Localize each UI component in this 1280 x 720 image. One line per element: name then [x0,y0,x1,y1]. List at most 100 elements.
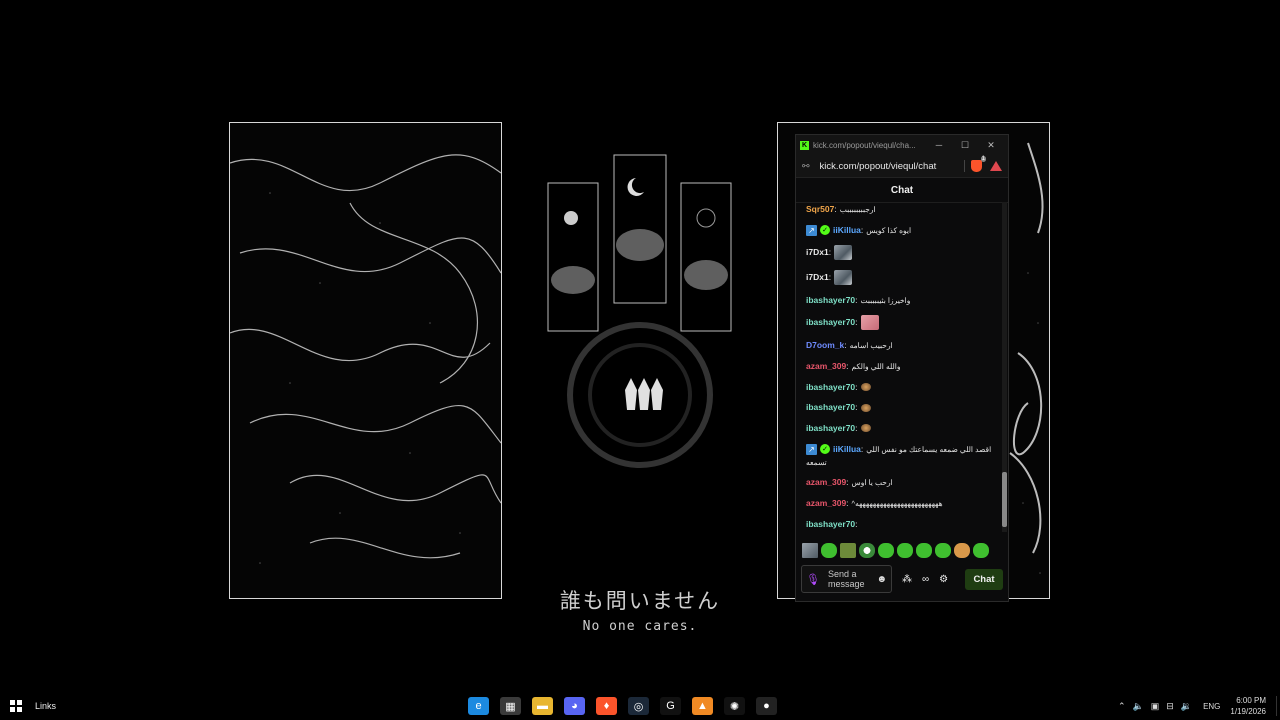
kick-logo-icon: K [800,140,809,150]
chat-message: ibashayer70: واخيرزا بثيبببببت [806,295,996,306]
chat-message-text: ايوه كذا كويس [866,225,912,235]
chat-username-separator: : [834,204,837,214]
points-icon[interactable]: ⁂ [902,574,912,585]
volume-icon[interactable]: 🔉 [1181,701,1192,712]
chat-username[interactable]: ibashayer70 [806,295,855,306]
verified-badge-icon[interactable]: ✓ [820,225,830,236]
wallpaper-panel-left [229,122,502,599]
steelseries-icon[interactable]: ✺ [724,697,745,715]
wallpaper-japanese-text: 誰も問いません [559,589,721,613]
steam-icon[interactable]: ◎ [628,697,649,715]
discord-icon[interactable]: ◕ [564,697,585,715]
frame-emote[interactable] [840,543,856,558]
microphone-icon[interactable]: 🎙 [806,573,820,586]
chat-message: Sqr507: ارجببببببببب [806,204,996,215]
site-settings-icon[interactable]: ⚯ [802,161,810,172]
chat-message-list[interactable]: Sqr507: ارجببببببببب ↗ ✓ iiKillua: ايوه كذا ك… [796,202,1008,532]
message-input[interactable]: 🎙 Send a message ☻ [801,565,892,593]
frog-emote[interactable] [973,543,989,558]
show-desktop-button[interactable] [1276,696,1277,716]
frog-emote[interactable] [821,543,837,558]
system-tray: ⌃ 🔈 ▣ ⊟ 🔉 ENG 6:00 PM 1/19/2026 [1118,692,1280,720]
chat-username-separator: : [860,443,864,454]
sub-badge-icon[interactable]: ↗ [806,443,817,455]
infinity-icon[interactable]: ∞ [922,574,929,585]
window-title: kick.com/popout/viequl/cha... [813,140,916,150]
chat-username[interactable]: ibashayer70 [806,519,855,530]
taskbar-pinned-apps: e ▦ ▬ ◕ ♦ ◎ G ▲ ✺ ● [468,697,777,715]
ball-emote[interactable] [859,543,875,558]
chat-username-separator: : [846,477,849,488]
show-hidden-icons-icon[interactable]: ⌃ [1118,701,1126,712]
photo-emote[interactable] [802,543,818,558]
chat-username[interactable]: i7Dx1 [806,272,829,283]
frog-emote[interactable] [916,543,932,558]
chat-username[interactable]: Sqr507 [806,204,834,215]
chat-username[interactable]: iiKillua [833,444,861,455]
chat-message: ↗ ✓ iiKillua: اقصد اللي ضمعه يسماعتك مو نفس… [806,443,996,468]
maximize-button[interactable]: ☐ [952,140,978,151]
frog-emote[interactable] [897,543,913,558]
chat-username-separator: : [855,294,858,305]
chat-username[interactable]: ibashayer70 [806,402,855,413]
chat-username[interactable]: ibashayer70 [806,317,855,328]
taskbar-links-toolbar[interactable]: Links [35,701,56,711]
chat-message: i7Dx1: [806,270,996,286]
store-icon[interactable]: ▦ [500,697,521,715]
chat-username[interactable]: ibashayer70 [806,382,855,393]
chat-username[interactable]: D7oom_k [806,340,844,351]
emoji-picker-icon[interactable]: ☻ [876,574,887,585]
chat-username[interactable]: azam_309 [806,498,846,509]
window-titlebar[interactable]: K kick.com/popout/viequl/cha... ─ ☐ ✕ [796,135,1008,155]
minimize-button[interactable]: ─ [926,140,952,150]
frog-emote[interactable] [878,543,894,558]
chat-emote[interactable] [860,383,871,391]
chat-emote[interactable] [834,245,853,261]
chat-emote[interactable] [834,270,853,286]
chat-username-separator: : [846,497,849,508]
logitech-icon[interactable]: G [660,697,681,715]
taskbar-clock[interactable]: 6:00 PM 1/19/2026 [1230,695,1266,717]
chat-username[interactable]: i7Dx1 [806,247,829,258]
cat-emote[interactable] [954,543,970,558]
chat-emote[interactable] [860,315,879,331]
sub-badge-icon[interactable]: ↗ [806,224,817,236]
close-button[interactable]: ✕ [978,140,1004,151]
network-icon[interactable]: ⊟ [1166,701,1174,712]
address-url[interactable]: kick.com/popout/viequl/chat [820,161,958,172]
address-bar[interactable]: ⚯ kick.com/popout/viequl/chat [796,155,1008,178]
chat-scrollbar[interactable] [1002,202,1007,532]
chat-message: ibashayer70: [806,315,996,331]
speaker-icon[interactable]: 🔈 [1133,701,1144,712]
chat-message: ibashayer70: [806,382,996,393]
chat-scrollbar-thumb[interactable] [1002,472,1007,527]
quick-emote-bar[interactable] [802,543,989,558]
brave-icon[interactable]: ♦ [596,697,617,715]
brave-rewards-icon[interactable] [990,161,1002,171]
brave-shields-icon[interactable] [971,156,986,172]
chat-message-text: ^ههههههههههههههههههههههههه [851,498,943,508]
frog-emote[interactable] [935,543,951,558]
message-input-placeholder[interactable]: Send a message [828,569,877,589]
chat-username[interactable]: azam_309 [806,361,846,372]
chat-username[interactable]: iiKillua [833,225,861,236]
send-chat-button[interactable]: Chat [965,568,1003,590]
chat-emote[interactable] [860,424,871,433]
windows-start-icon[interactable] [10,700,22,712]
obs-icon[interactable]: ● [756,697,777,715]
chat-username[interactable]: ibashayer70 [806,423,855,434]
display-icon[interactable]: ▣ [1151,701,1160,712]
verified-badge-icon[interactable]: ✓ [820,444,830,455]
chat-message: azam_309: ^ههههههههههههههههههههههههه [806,498,996,509]
chat-username[interactable]: azam_309 [806,477,846,488]
edge-icon[interactable]: e [468,697,489,715]
chat-message: azam_309: والله اللي والكم [806,361,996,372]
explorer-icon[interactable]: ▬ [532,697,553,715]
chat-emote[interactable] [860,403,871,412]
chat-username-separator: : [846,360,849,371]
settings-gear-icon[interactable]: ⚙ [939,574,948,585]
language-indicator[interactable]: ENG [1203,702,1220,711]
chat-header: Chat [796,178,1008,203]
vlc-icon[interactable]: ▲ [692,697,713,715]
chat-popout-window[interactable]: K kick.com/popout/viequl/cha... ─ ☐ ✕ ⚯ … [795,134,1009,602]
